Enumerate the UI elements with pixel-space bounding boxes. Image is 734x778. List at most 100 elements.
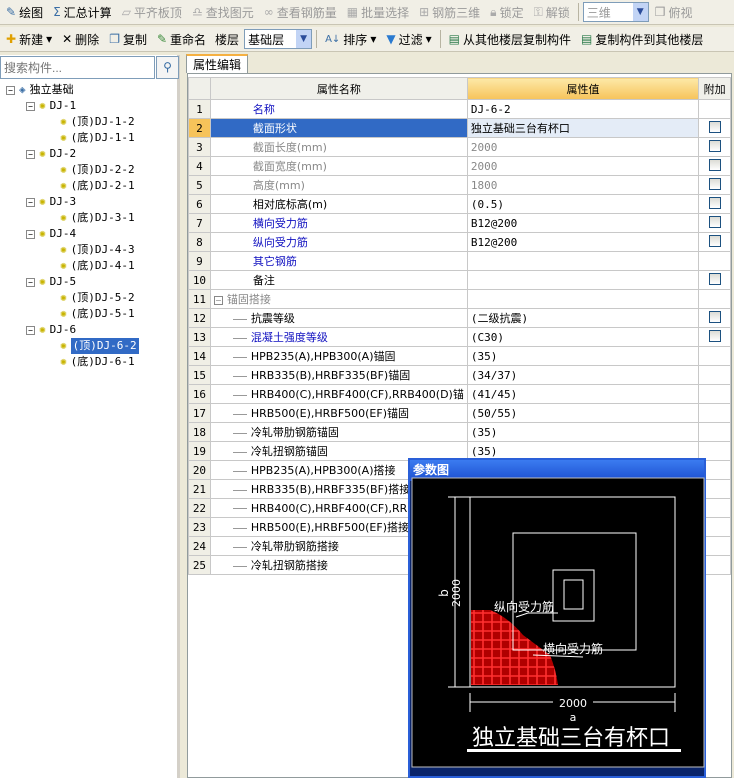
view-select[interactable]: 三维 ▼ — [582, 2, 649, 22]
search-input[interactable] — [0, 56, 155, 79]
table-row[interactable]: 17 HRB500(E),HRBF500(EF)锚固 (50/55) — [188, 403, 731, 423]
toolbar-button-align[interactable]: ▱ 平齐板顶 — [118, 1, 186, 23]
toolbar-button-rebar-3d[interactable]: ⊞ 钢筋三维 — [415, 1, 484, 23]
extra-checkbox[interactable] — [708, 329, 721, 342]
tree-item[interactable]: ✺ (底)DJ-2-1 — [60, 178, 135, 194]
new-button[interactable]: ✚ 新建 ▾ — [2, 28, 56, 50]
table-row[interactable]: 14 HPB235(A),HPB300(A)锚固 (35) — [188, 346, 731, 366]
table-row[interactable]: 4 截面宽度(mm) 2000 — [188, 156, 731, 176]
property-value[interactable]: B12@200 — [466, 213, 700, 233]
toolbar-button-binoculars[interactable]: ♎ 查找图元 — [188, 1, 258, 23]
top-view-button[interactable]: ❒ 俯视 — [651, 1, 697, 23]
property-value[interactable]: (41/45) — [466, 384, 700, 404]
extra-checkbox[interactable] — [708, 158, 721, 171]
component-icon: ✺ — [39, 275, 46, 288]
tree-root[interactable]: − ◈ 独立基础 — [6, 82, 74, 98]
collapse-icon[interactable]: − — [26, 101, 35, 111]
row-number: 21 — [188, 479, 211, 499]
property-value[interactable]: B12@200 — [466, 232, 700, 252]
copy-from-floor-button[interactable]: ▤ 从其他楼层复制构件 — [445, 28, 575, 50]
rename-button[interactable]: ✎ 重命名 — [153, 28, 210, 50]
tree-group[interactable]: − ✺ DJ-3 — [26, 194, 76, 210]
binoculars-icon: ♎ — [191, 5, 203, 19]
table-row[interactable]: 9 其它钢筋 — [188, 251, 731, 271]
tree-item-selected[interactable]: ✺ (顶)DJ-6-2 — [60, 338, 139, 354]
tree-item[interactable]: ✺ (底)DJ-6-1 — [60, 354, 135, 370]
tree-group[interactable]: − ✺ DJ-2 — [26, 146, 76, 162]
property-value[interactable]: 1800 — [466, 175, 700, 195]
property-value[interactable]: (二级抗震) — [466, 308, 700, 328]
extra-checkbox[interactable] — [708, 177, 721, 190]
sigma-icon: Σ — [53, 5, 61, 19]
property-value[interactable]: (C30) — [466, 327, 700, 347]
property-value[interactable]: 独立基础三台有杯口 — [466, 118, 700, 138]
copy-to-floor-button[interactable]: ▤ 复制构件到其他楼层 — [577, 28, 707, 50]
tree-group[interactable]: − ✺ DJ-1 — [26, 98, 76, 114]
property-value[interactable] — [466, 251, 700, 271]
collapse-icon[interactable]: − — [26, 325, 35, 335]
tree-item[interactable]: ✺ (顶)DJ-1-2 — [60, 114, 135, 130]
property-value[interactable]: (0.5) — [466, 194, 700, 214]
collapse-icon[interactable]: − — [6, 85, 15, 95]
tree-item[interactable]: ✺ (顶)DJ-5-2 — [60, 290, 135, 306]
extra-checkbox[interactable] — [708, 215, 721, 228]
search-button[interactable]: ⚲ — [156, 56, 179, 79]
table-row[interactable]: 3 截面长度(mm) 2000 — [188, 137, 731, 157]
table-row[interactable]: 1 名称 DJ-6-2 — [188, 99, 731, 119]
tree-item[interactable]: ✺ (底)DJ-5-1 — [60, 306, 135, 322]
tree-item[interactable]: ✺ (顶)DJ-2-2 — [60, 162, 135, 178]
collapse-icon[interactable]: − — [26, 229, 35, 239]
table-row[interactable]: 11 − 锚固搭接 — [188, 289, 731, 309]
table-row[interactable]: 13 混凝土强度等级 (C30) — [188, 327, 731, 347]
tree-item[interactable]: ✺ (底)DJ-3-1 — [60, 210, 135, 226]
property-value[interactable] — [466, 289, 700, 309]
collapse-icon[interactable]: − — [26, 277, 35, 287]
tree-group[interactable]: − ✺ DJ-5 — [26, 274, 76, 290]
table-row[interactable]: 18 冷轧带肋钢筋锚固 (35) — [188, 422, 731, 442]
tree-item[interactable]: ✺ (底)DJ-1-1 — [60, 130, 135, 146]
table-row[interactable]: 15 HRB335(B),HRBF335(BF)锚固 (34/37) — [188, 365, 731, 385]
property-value[interactable]: 2000 — [466, 156, 700, 176]
toolbar-button-sigma[interactable]: Σ 汇总计算 — [49, 1, 116, 23]
collapse-icon[interactable]: − — [213, 296, 223, 305]
property-value[interactable]: (35) — [466, 422, 700, 442]
property-value[interactable]: (34/37) — [466, 365, 700, 385]
property-value[interactable]: (35) — [466, 346, 700, 366]
extra-checkbox[interactable] — [708, 120, 721, 133]
toolbar-button-unlock[interactable]: ⚿ 解锁 — [530, 1, 574, 23]
table-row[interactable]: 2 截面形状 独立基础三台有杯口 — [188, 118, 731, 138]
toolbar-button-batch-select[interactable]: ▦ 批量选择 — [343, 1, 413, 23]
table-row[interactable]: 7 横向受力筋 B12@200 — [188, 213, 731, 233]
filter-button[interactable]: ▼ 过滤 ▾ — [382, 28, 435, 50]
extra-checkbox[interactable] — [708, 272, 721, 285]
tree-group[interactable]: − ✺ DJ-6 — [26, 322, 76, 338]
extra-checkbox[interactable] — [708, 234, 721, 247]
property-value[interactable]: (50/55) — [466, 403, 700, 423]
extra-checkbox[interactable] — [708, 196, 721, 209]
table-row[interactable]: 6 相对底标高(m) (0.5) — [188, 194, 731, 214]
property-value[interactable]: DJ-6-2 — [466, 99, 700, 119]
table-row[interactable]: 12 抗震等级 (二级抗震) — [188, 308, 731, 328]
toolbar-button-lock[interactable]: 🔒︎ 锁定 — [486, 1, 527, 23]
tree-group[interactable]: − ✺ DJ-4 — [26, 226, 76, 242]
table-row[interactable]: 10 备注 — [188, 270, 731, 290]
table-row[interactable]: 8 纵向受力筋 B12@200 — [188, 232, 731, 252]
copy-button[interactable]: ❐ 复制 — [105, 28, 151, 50]
property-value[interactable] — [466, 270, 700, 290]
toolbar-button-rebar[interactable]: ∞ 查看钢筋量 — [260, 1, 341, 23]
extra-checkbox[interactable] — [708, 310, 721, 323]
tree-item[interactable]: ✺ (顶)DJ-4-3 — [60, 242, 135, 258]
table-row[interactable]: 5 高度(mm) 1800 — [188, 175, 731, 195]
collapse-icon[interactable]: − — [26, 197, 35, 207]
delete-button[interactable]: ✕ 删除 — [58, 28, 103, 50]
floor-select[interactable]: 基础层 ▼ — [244, 29, 313, 49]
chevron-down-icon: ▼ — [296, 30, 312, 48]
collapse-icon[interactable]: − — [26, 149, 35, 159]
toolbar-button-draw[interactable]: ✎ 绘图 — [2, 1, 47, 23]
tab-property-edit[interactable]: 属性编辑 — [186, 54, 248, 73]
sort-button[interactable]: A↓ 排序 ▾ — [321, 28, 380, 50]
extra-checkbox[interactable] — [708, 139, 721, 152]
tree-item[interactable]: ✺ (底)DJ-4-1 — [60, 258, 135, 274]
table-row[interactable]: 16 HRB400(C),HRBF400(CF),RRB400(D)锚 (41/… — [188, 384, 731, 404]
property-value[interactable]: 2000 — [466, 137, 700, 157]
